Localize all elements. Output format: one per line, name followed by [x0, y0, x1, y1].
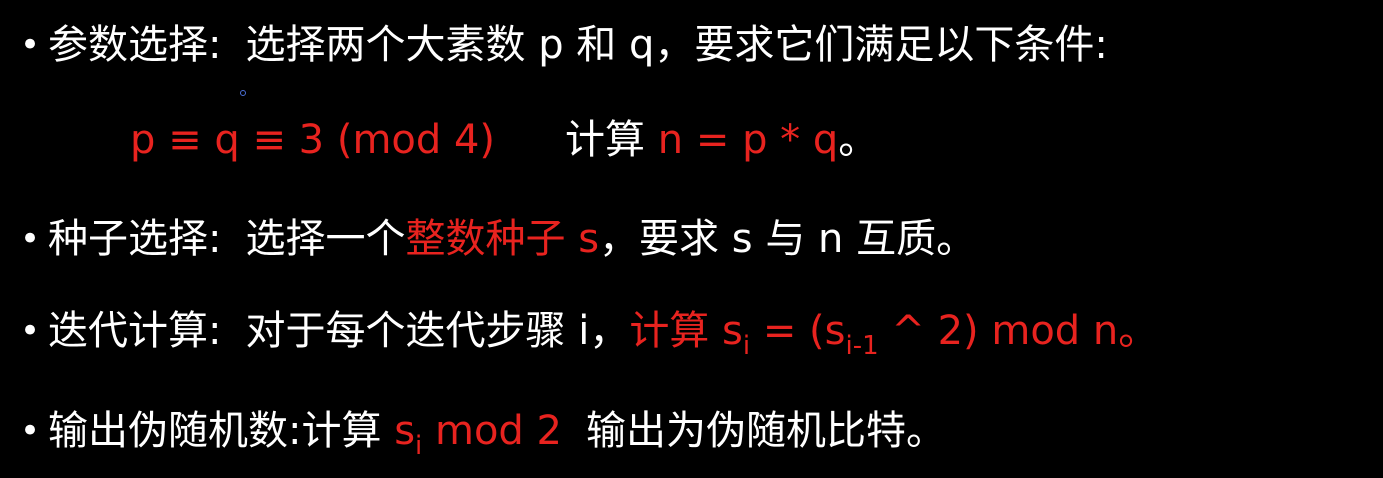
bullet-text-after: 输出为伪随机比特。 [586, 408, 946, 454]
bullet-label: 参数选择: [48, 22, 222, 68]
bullet-iteration: • 迭代计算: 对于每个迭代步骤 i，计算 si = (si-1 ^ 2) mod … [20, 306, 1159, 359]
bullet-text-after: ，要求 s 与 n 互质。 [599, 216, 977, 262]
bullet-text: 对于每个迭代步骤 i， [245, 308, 630, 354]
formula-part-a: 计算 s [629, 308, 743, 354]
formula-part-a: s [394, 408, 416, 454]
compute-expression: n = p * q [657, 117, 839, 163]
bullet-label: 种子选择: [48, 216, 222, 262]
subscript-i-minus-1: i-1 [845, 331, 879, 361]
slide: • 参数选择: 选择两个大素数 p 和 q，要求它们满足以下条件: p ≡ q ≡ … [0, 0, 1383, 478]
bullet-output: • 输出伪随机数:计算 si mod 2 输出为伪随机比特。 [20, 406, 946, 459]
seed-highlight: 整数种子 s [405, 216, 600, 262]
bullet-dot: • [20, 219, 41, 259]
output-formula: si mod 2 [394, 408, 562, 459]
bullet-label: 迭代计算: [48, 308, 222, 354]
compute-label: 计算 [565, 117, 646, 163]
bullet-text: 选择一个 [245, 216, 406, 262]
bullet-text: 计算 [301, 408, 395, 454]
bullet-label: 输出伪随机数: [48, 408, 302, 454]
formula-part-b: mod 2 [422, 408, 562, 454]
congruence-condition: p ≡ q ≡ 3 (mod 4) [130, 117, 496, 163]
bullet-dot: • [20, 411, 41, 451]
sentence-end: 。 [838, 117, 879, 163]
condition-line: p ≡ q ≡ 3 (mod 4) 计算 n = p * q。 [130, 115, 878, 165]
formula-part-c: ^ 2) mod n [878, 308, 1119, 354]
formula-part-b: = (s [750, 308, 846, 354]
bullet-text: 选择两个大素数 p 和 q，要求它们满足以下条件: [245, 22, 1108, 68]
bullet-seed-selection: • 种子选择: 选择一个整数种子 s，要求 s 与 n 互质。 [20, 214, 976, 264]
bullet-dot: • [20, 311, 41, 351]
cursor-dot-icon [240, 90, 246, 96]
sentence-end: 。 [1118, 308, 1159, 354]
bullet-dot: • [20, 25, 41, 65]
iteration-formula: 计算 si = (si-1 ^ 2) mod n。 [629, 308, 1159, 359]
bullet-parameter-selection: • 参数选择: 选择两个大素数 p 和 q，要求它们满足以下条件: [20, 20, 1108, 70]
